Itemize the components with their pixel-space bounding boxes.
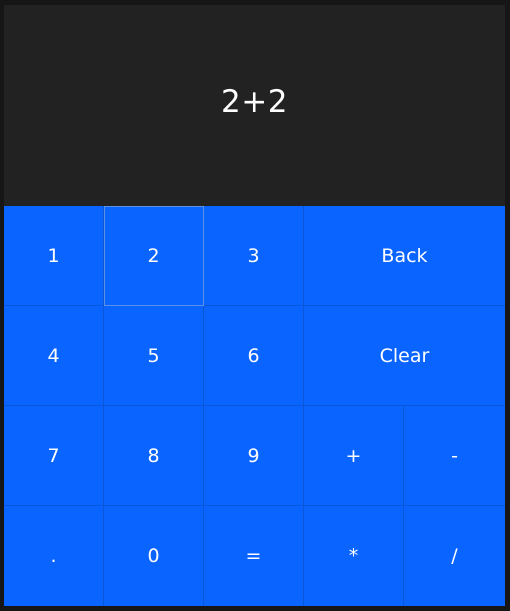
key-8[interactable]: 8 — [104, 406, 204, 506]
keypad: 1 2 3 Back 4 5 6 Clear 7 8 9 + - . 0 = *… — [4, 206, 505, 606]
equals-button[interactable]: = — [204, 506, 304, 606]
display-value: 2+2 — [221, 83, 288, 120]
display-panel: 2+2 — [4, 5, 505, 206]
multiply-button[interactable]: * — [304, 506, 404, 606]
divide-button[interactable]: / — [404, 506, 505, 606]
key-7[interactable]: 7 — [4, 406, 104, 506]
plus-button[interactable]: + — [304, 406, 404, 506]
calculator-window: 2+2 1 2 3 Back 4 5 6 Clear 7 8 9 + - . 0… — [4, 5, 505, 606]
key-4[interactable]: 4 — [4, 306, 104, 406]
key-6[interactable]: 6 — [204, 306, 304, 406]
key-2[interactable]: 2 — [104, 206, 204, 306]
back-button[interactable]: Back — [304, 206, 505, 306]
key-5[interactable]: 5 — [104, 306, 204, 406]
key-0[interactable]: 0 — [104, 506, 204, 606]
key-1[interactable]: 1 — [4, 206, 104, 306]
key-3[interactable]: 3 — [204, 206, 304, 306]
clear-button[interactable]: Clear — [304, 306, 505, 406]
decimal-button[interactable]: . — [4, 506, 104, 606]
key-9[interactable]: 9 — [204, 406, 304, 506]
minus-button[interactable]: - — [404, 406, 505, 506]
